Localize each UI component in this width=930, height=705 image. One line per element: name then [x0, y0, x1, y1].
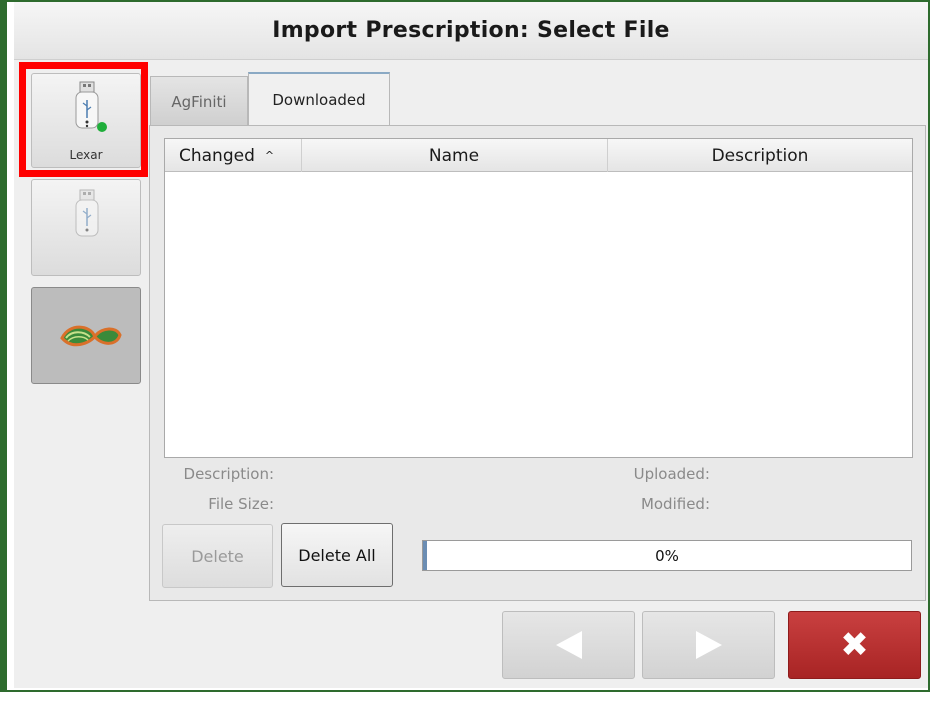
- arrow-left-icon: [555, 631, 582, 659]
- column-header-name[interactable]: Name: [301, 139, 606, 172]
- frame-border: [0, 690, 930, 692]
- table-header: Changed ^ Name Description: [165, 139, 912, 172]
- progress-bar: 0%: [422, 540, 912, 571]
- next-button[interactable]: [642, 611, 775, 679]
- files-panel: Changed ^ Name Description Description: …: [149, 125, 926, 601]
- back-button[interactable]: [502, 611, 635, 679]
- tab-downloaded[interactable]: Downloaded: [248, 72, 390, 126]
- sort-ascending-icon: ^: [264, 149, 275, 162]
- column-header-description[interactable]: Description: [607, 139, 912, 172]
- device-agfiniti-button[interactable]: [31, 287, 141, 384]
- app-frame: Import Prescription: Select File Lexar A…: [0, 0, 930, 705]
- delete-button[interactable]: Delete: [162, 524, 273, 588]
- cancel-button[interactable]: ✖: [788, 611, 921, 679]
- frame-border: [0, 0, 7, 692]
- arrow-right-icon: [695, 631, 722, 659]
- modified-label: Modified:: [640, 495, 710, 513]
- close-icon: ✖: [840, 625, 869, 665]
- title-bar: Import Prescription: Select File: [14, 2, 928, 60]
- column-header-changed[interactable]: Changed ^: [179, 139, 299, 172]
- file-size-label: File Size:: [208, 495, 274, 513]
- delete-all-button[interactable]: Delete All: [281, 523, 393, 587]
- tab-agfiniti[interactable]: AgFiniti: [150, 76, 248, 126]
- usb-drive-icon: [75, 189, 99, 237]
- import-screen: Import Prescription: Select File Lexar A…: [14, 2, 928, 688]
- agfiniti-logo-icon: [60, 325, 122, 347]
- files-table[interactable]: Changed ^ Name Description: [164, 138, 913, 458]
- page-title: Import Prescription: Select File: [272, 18, 670, 43]
- selected-device-highlight: [19, 62, 148, 177]
- progress-text: 0%: [655, 546, 679, 565]
- device-usb-button[interactable]: [31, 179, 141, 276]
- description-label: Description:: [183, 465, 274, 483]
- uploaded-label: Uploaded:: [633, 465, 710, 483]
